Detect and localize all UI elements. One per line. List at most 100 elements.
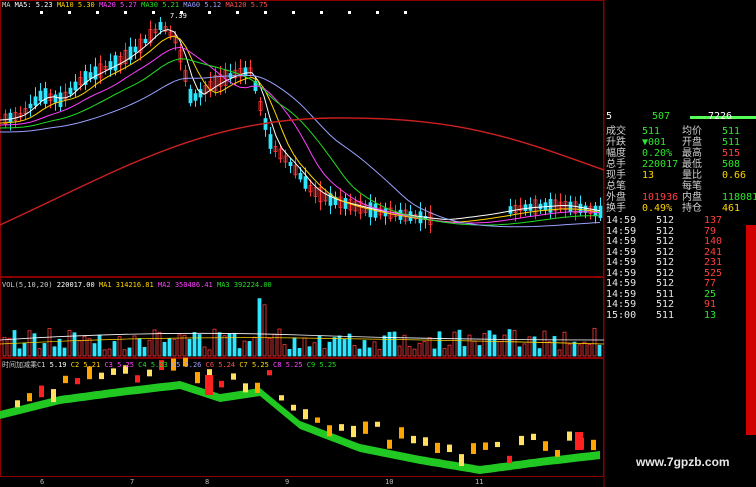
candle-body <box>33 96 38 106</box>
indicator-block <box>147 369 152 377</box>
volume-bar <box>417 342 422 357</box>
indicator-block <box>135 375 140 383</box>
candle-body <box>68 87 73 95</box>
quote-value: 511 <box>722 126 741 137</box>
tick-volume: 525 <box>704 267 723 279</box>
volume-bar <box>482 332 487 357</box>
tick-row[interactable]: 14:59 512 525 <box>604 268 756 279</box>
volume-bar <box>562 331 567 357</box>
volume-bar <box>52 346 57 357</box>
candle-body <box>28 103 33 109</box>
indicator-block <box>231 373 236 380</box>
vol-legend-item: MA1 314216.81 <box>98 281 158 289</box>
candle-body <box>188 88 193 104</box>
volume-bar <box>577 344 582 357</box>
indicator-block <box>279 395 284 401</box>
x-axis-label: 11 <box>475 478 484 486</box>
indicator-legend: 时间加减乘C1 5.19 C2 5.21 C3 5.25 C4 5.23 C5 … <box>2 361 336 369</box>
volume-bar <box>462 346 467 357</box>
tick-row[interactable]: 14:59 512 140 <box>604 236 756 247</box>
quote-row: 成交 511 均价 511 <box>604 126 756 137</box>
tick-time: 14:59 <box>606 267 637 279</box>
candle-body <box>288 161 293 167</box>
volume-bar <box>237 348 242 357</box>
tick-row[interactable]: 14:59 512 231 <box>604 257 756 268</box>
tick-row[interactable]: 14:59 512 137 <box>604 215 756 226</box>
price-peak-label: 7.39 <box>170 12 187 20</box>
volume-bar <box>442 348 447 357</box>
ma-legend-item: MA60 5.12 <box>183 1 226 9</box>
top-marker <box>40 11 43 14</box>
quote-label: 内盘 <box>682 192 702 203</box>
volume-bar <box>402 334 407 357</box>
volume-bar <box>162 341 167 357</box>
volume-bar <box>297 348 302 357</box>
indicator-block <box>207 369 212 376</box>
volume-bar <box>432 348 437 357</box>
indicator-legend-item: 5.19 <box>49 361 71 369</box>
volume-bar <box>492 334 497 357</box>
candle-body <box>38 90 43 102</box>
volume-bar <box>167 338 172 357</box>
indicator-block <box>567 431 572 441</box>
indicator-block <box>195 372 200 384</box>
indicator-block <box>531 433 536 441</box>
indicator-block <box>543 441 548 451</box>
volume-bar <box>552 336 557 357</box>
ma-legend-item: MA5: 5.23 <box>14 1 57 9</box>
volume-bar <box>112 341 117 357</box>
tick-row[interactable]: 14:59 512 77 <box>604 278 756 289</box>
candle-body <box>298 173 303 180</box>
volume-bar <box>222 335 227 357</box>
tick-row[interactable]: 14:59 512 91 <box>604 299 756 310</box>
candle-body <box>243 67 248 76</box>
indicator-block <box>75 378 80 385</box>
price-pane-frame <box>0 0 604 277</box>
volume-bar <box>447 344 452 357</box>
quote-value: 515 <box>722 148 741 159</box>
volume-bar <box>322 348 327 357</box>
tick-time: 14:59 <box>606 299 637 310</box>
tick-row[interactable]: 14:59 511 25 <box>604 289 756 300</box>
volume-bar <box>572 341 577 357</box>
volume-bar <box>587 343 592 357</box>
quote-label: 外盘 <box>606 192 626 203</box>
candle-body <box>143 38 148 44</box>
top-marker <box>124 11 127 14</box>
panel-header-val2: 7226 <box>708 111 733 122</box>
tick-row[interactable]: 14:59 512 79 <box>604 226 756 237</box>
tick-row[interactable]: 14:59 512 241 <box>604 247 756 258</box>
volume-bar <box>227 333 232 357</box>
indicator-block <box>507 455 512 464</box>
indicator-legend-item: C3 5.25 <box>104 361 139 369</box>
volume-bar <box>377 349 382 357</box>
indicator-block <box>471 443 476 454</box>
tick-volume: 241 <box>704 246 723 258</box>
volume-bar <box>352 345 357 357</box>
candle-body <box>43 88 48 104</box>
quote-label: 成交 <box>606 126 626 137</box>
volume-bar <box>347 333 352 357</box>
volume-bar <box>452 331 457 357</box>
volume-bar <box>487 330 492 357</box>
tick-time: 14:59 <box>606 278 637 289</box>
quote-label: 持仓 <box>682 203 702 214</box>
tick-row[interactable]: 15:00 511 13 <box>604 310 756 321</box>
tick-price: 511 <box>656 288 675 300</box>
candle-body <box>58 92 63 107</box>
volume-bar <box>107 348 112 357</box>
x-axis-label: 10 <box>385 478 394 486</box>
quote-label: 开盘 <box>682 137 702 148</box>
volume-bar <box>232 332 237 357</box>
quote-row: 外盘 101936 内盘 118081 <box>604 192 756 203</box>
volume-bar <box>477 345 482 357</box>
volume-bar <box>87 338 92 357</box>
top-marker <box>348 11 351 14</box>
volume-bar <box>287 349 292 357</box>
quote-value: 101936 <box>642 192 679 203</box>
volume-bar <box>97 334 102 357</box>
volume-bar <box>207 349 212 357</box>
volume-bar <box>362 340 367 357</box>
volume-bar <box>507 329 512 357</box>
tick-time: 14:59 <box>606 236 637 247</box>
